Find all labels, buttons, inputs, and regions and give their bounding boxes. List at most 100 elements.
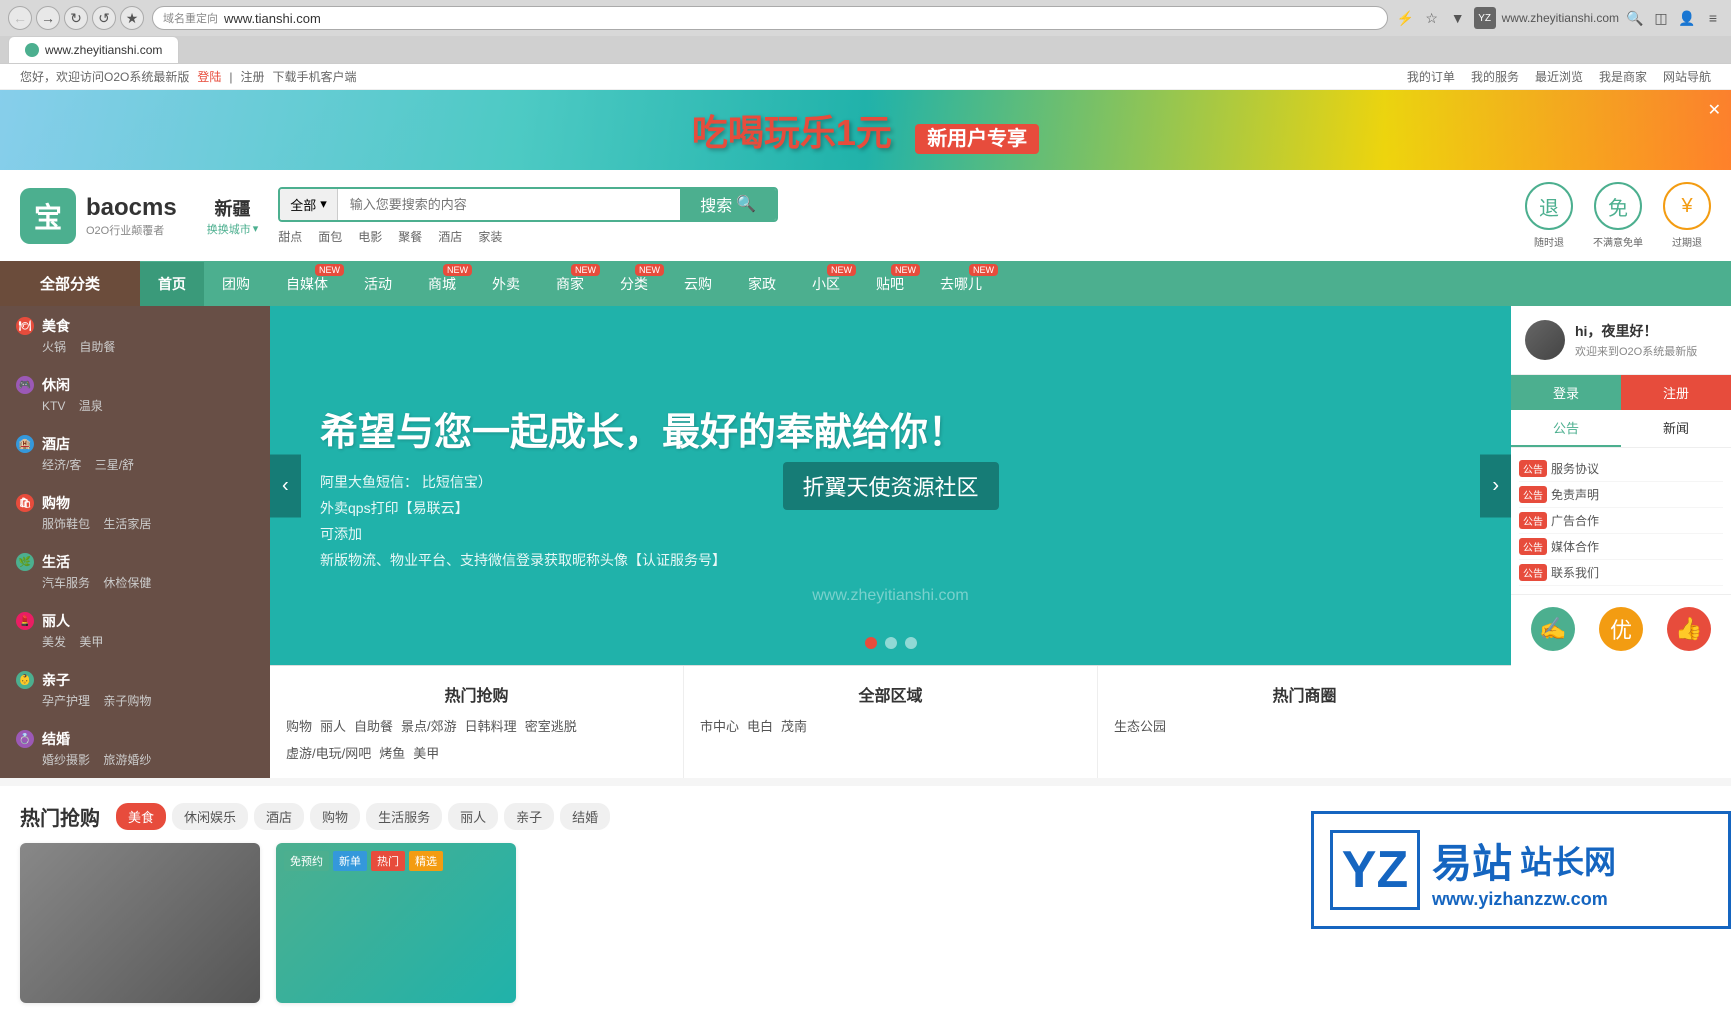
bookmark-icon[interactable]: ▼ — [1448, 8, 1468, 28]
search-category-selector[interactable]: 全部 ▾ — [280, 189, 338, 220]
active-tab[interactable]: www.zheyitianshi.com — [8, 36, 179, 63]
hot-tag-shopping[interactable]: 购物 — [286, 716, 312, 735]
nav-self-media[interactable]: NEW 自媒体 — [268, 262, 346, 306]
notice-item-1[interactable]: 公告 服务协议 — [1519, 456, 1723, 482]
notice-item-2[interactable]: 公告 免责声明 — [1519, 482, 1723, 508]
nav-merchant[interactable]: NEW 商家 — [538, 262, 602, 306]
search-icon[interactable]: 🔍 — [1625, 8, 1645, 28]
menu-icon[interactable]: ≡ — [1703, 8, 1723, 28]
sidebar-item-life[interactable]: 🌿 生活 汽车服务 休检保健 — [0, 542, 270, 601]
hot-tag-nails[interactable]: 美甲 — [413, 743, 439, 762]
hot-tag-beauty[interactable]: 丽人 — [320, 716, 346, 735]
hot-tag-fish[interactable]: 烤鱼 — [379, 743, 405, 762]
sidebar-wedding-sub-2[interactable]: 旅游婚纱 — [103, 753, 151, 767]
hp-tab-wedding[interactable]: 结婚 — [560, 803, 610, 830]
hp-tab-food[interactable]: 美食 — [116, 803, 166, 830]
lightning-icon[interactable]: ⚡ — [1396, 8, 1416, 28]
right-icon-thumb[interactable]: 👍 — [1667, 607, 1711, 651]
hp-tab-shopping[interactable]: 购物 — [310, 803, 360, 830]
my-service[interactable]: 我的服务 — [1471, 68, 1519, 85]
sidebar-item-kids[interactable]: 👶 亲子 孕产护理 亲子购物 — [0, 660, 270, 719]
recent-browse[interactable]: 最近浏览 — [1535, 68, 1583, 85]
sidebar-item-food[interactable]: 🍽 美食 火锅 自助餐 — [0, 306, 270, 365]
apps-icon[interactable]: ◫ — [1651, 8, 1671, 28]
home-button[interactable]: ★ — [120, 6, 144, 30]
hot-tag-escape[interactable]: 密室逃脱 — [525, 716, 577, 735]
notice-item-3[interactable]: 公告 广告合作 — [1519, 508, 1723, 534]
sidebar-leisure-sub-2[interactable]: 温泉 — [79, 399, 103, 413]
sidebar-hotel-sub-2[interactable]: 三星/舒 — [95, 458, 134, 472]
i-am-merchant[interactable]: 我是商家 — [1599, 68, 1647, 85]
sidebar-hotel-sub-1[interactable]: 经济/客 — [42, 458, 81, 472]
notice-tab-announcement[interactable]: 公告 — [1511, 410, 1621, 447]
sidebar-item-hotel[interactable]: 🏨 酒店 经济/客 三星/舒 — [0, 424, 270, 483]
hp-tab-leisure[interactable]: 休闲娱乐 — [172, 803, 248, 830]
expired-refund-icon-item[interactable]: ¥ 过期退 — [1663, 182, 1711, 249]
nav-cloud-buy[interactable]: 云购 — [666, 262, 730, 306]
forward-button[interactable]: → — [36, 6, 60, 30]
sidebar-kids-sub-2[interactable]: 亲子购物 — [103, 694, 151, 708]
sidebar-item-beauty[interactable]: 💄 丽人 美发 美甲 — [0, 601, 270, 660]
sidebar-beauty-sub-1[interactable]: 美发 — [42, 635, 66, 649]
search-tag-4[interactable]: 聚餐 — [398, 228, 422, 245]
product-card-1[interactable] — [20, 843, 260, 1003]
nav-community[interactable]: NEW 小区 — [794, 262, 858, 306]
sidebar-life-sub-2[interactable]: 休检保健 — [103, 576, 151, 590]
sidebar-item-leisure[interactable]: 🎮 休闲 KTV 温泉 — [0, 365, 270, 424]
back-button[interactable]: ← — [8, 6, 32, 30]
banner-close-button[interactable]: ✕ — [1708, 100, 1721, 120]
anytime-refund-icon-item[interactable]: 退 随时退 — [1525, 182, 1573, 249]
star-icon[interactable]: ☆ — [1422, 8, 1442, 28]
sidebar-life-sub-1[interactable]: 汽车服务 — [42, 576, 90, 590]
search-tag-6[interactable]: 家装 — [478, 228, 502, 245]
search-tag-5[interactable]: 酒店 — [438, 228, 462, 245]
hp-tab-beauty[interactable]: 丽人 — [448, 803, 498, 830]
nav-where[interactable]: NEW 去哪儿 — [922, 262, 1000, 306]
product-card-2[interactable]: 免预约 新单 热门 精选 — [276, 843, 516, 1003]
search-tag-1[interactable]: 甜点 — [278, 228, 302, 245]
sidebar-shopping-sub-1[interactable]: 服饰鞋包 — [42, 517, 90, 531]
city-change-btn[interactable]: 换换城市 ▾ — [207, 221, 259, 237]
carousel-prev-button[interactable]: ‹ — [270, 454, 301, 517]
nav-activity[interactable]: 活动 — [346, 262, 410, 306]
nav-group-buy[interactable]: 团购 — [204, 262, 268, 306]
nav-category[interactable]: NEW 分类 — [602, 262, 666, 306]
user-icon[interactable]: 👤 — [1677, 8, 1697, 28]
user-register-button[interactable]: 注册 — [1621, 375, 1731, 410]
notice-tab-news[interactable]: 新闻 — [1621, 410, 1731, 447]
hot-tag-buffet[interactable]: 自助餐 — [354, 716, 393, 735]
sidebar-beauty-sub-2[interactable]: 美甲 — [79, 635, 103, 649]
user-login-button[interactable]: 登录 — [1511, 375, 1621, 410]
nav-forum[interactable]: NEW 贴吧 — [858, 262, 922, 306]
sidebar-item-shopping[interactable]: 🛍 购物 服饰鞋包 生活家居 — [0, 483, 270, 542]
hp-tab-kids[interactable]: 亲子 — [504, 803, 554, 830]
sidebar-kids-sub-1[interactable]: 孕产护理 — [42, 694, 90, 708]
carousel-dot-2[interactable] — [885, 637, 897, 649]
notice-item-5[interactable]: 公告 联系我们 — [1519, 560, 1723, 586]
city-selector[interactable]: 新疆 换换城市 ▾ — [207, 195, 259, 237]
sidebar-item-wedding[interactable]: 💍 结婚 婚纱摄影 旅游婚纱 — [0, 719, 270, 778]
sidebar-leisure-sub-1[interactable]: KTV — [42, 399, 65, 413]
sidebar-food-sub-1[interactable]: 火锅 — [42, 340, 66, 354]
search-tag-3[interactable]: 电影 — [358, 228, 382, 245]
hot-tag-scenic[interactable]: 景点/郊游 — [401, 716, 457, 735]
sidebar-shopping-sub-2[interactable]: 生活家居 — [103, 517, 151, 531]
nav-mall[interactable]: NEW 商城 — [410, 262, 474, 306]
my-order[interactable]: 我的订单 — [1407, 68, 1455, 85]
free-unsatisfied-icon-item[interactable]: 免 不满意免单 — [1593, 182, 1643, 249]
sidebar-wedding-sub-1[interactable]: 婚纱摄影 — [42, 753, 90, 767]
nav-takeout[interactable]: 外卖 — [474, 262, 538, 306]
circle-park[interactable]: 生态公园 — [1114, 716, 1166, 735]
hot-tag-korean[interactable]: 日韩料理 — [465, 716, 517, 735]
right-icon-star[interactable]: 优 — [1599, 607, 1643, 651]
hot-tag-games[interactable]: 虚游/电玩/网吧 — [286, 743, 371, 762]
right-icon-write[interactable]: ✍ — [1531, 607, 1575, 651]
notice-item-4[interactable]: 公告 媒体合作 — [1519, 534, 1723, 560]
nav-home-service[interactable]: 家政 — [730, 262, 794, 306]
address-bar[interactable]: 域名重定向 www.tianshi.com — [152, 6, 1388, 30]
site-nav[interactable]: 网站导航 — [1663, 68, 1711, 85]
region-maonan[interactable]: 茂南 — [781, 716, 807, 735]
carousel-dot-3[interactable] — [905, 637, 917, 649]
nav-all-category[interactable]: 全部分类 — [0, 261, 140, 306]
sidebar-food-sub-2[interactable]: 自助餐 — [79, 340, 115, 354]
